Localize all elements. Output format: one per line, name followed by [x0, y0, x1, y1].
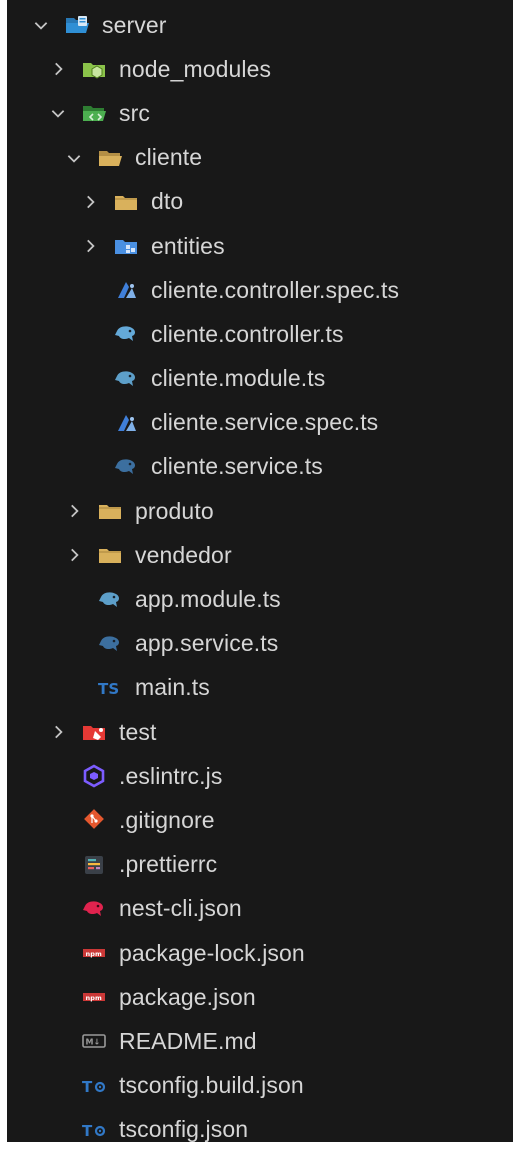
- nest-controller-icon: [111, 321, 141, 347]
- typescript-icon: TS: [95, 675, 125, 701]
- tsconfig-icon: T: [79, 1073, 109, 1099]
- tree-file-item[interactable]: .eslintrc.js: [7, 754, 513, 798]
- nest-service-icon: [111, 454, 141, 480]
- tree-item-label: cliente.module.ts: [151, 365, 326, 392]
- npm-icon: npm: [79, 940, 109, 966]
- tree-file-item[interactable]: M↓ README.md: [7, 1019, 513, 1063]
- tree-item-label: vendedor: [135, 541, 232, 568]
- tree-item-label: main.ts: [135, 674, 210, 701]
- tree-item-label: .gitignore: [119, 806, 215, 833]
- tree-item-label: cliente.controller.ts: [151, 320, 344, 347]
- tree-file-item[interactable]: npm package-lock.json: [7, 931, 513, 975]
- svg-text:TS: TS: [98, 680, 119, 698]
- folder-icon: [111, 189, 141, 215]
- chevron-down-icon[interactable]: [47, 102, 69, 124]
- nest-service-icon: [95, 631, 125, 657]
- tree-folder-item[interactable]: server: [7, 3, 513, 47]
- tree-file-item[interactable]: nest-cli.json: [7, 887, 513, 931]
- eslint-icon: [79, 763, 109, 789]
- tree-item-label: cliente: [135, 144, 203, 171]
- tree-item-label: nest-cli.json: [119, 895, 242, 922]
- tree-item-label: .prettierrc: [119, 851, 218, 878]
- folder-entities-icon: [111, 233, 141, 259]
- tree-folder-item[interactable]: node_modules: [7, 47, 513, 91]
- tree-item-label: app.service.ts: [135, 630, 279, 657]
- nest-spec-icon: [111, 410, 141, 436]
- tree-file-item[interactable]: app.service.ts: [7, 622, 513, 666]
- svg-text:npm: npm: [86, 994, 102, 1002]
- tree-item-label: test: [119, 718, 157, 745]
- tree-folder-item[interactable]: entities: [7, 224, 513, 268]
- tsconfig-icon: T: [79, 1117, 109, 1143]
- chevron-right-icon[interactable]: [79, 235, 101, 257]
- folder-test-icon: [79, 719, 109, 745]
- tree-folder-item[interactable]: src: [7, 91, 513, 135]
- tree-item-label: server: [102, 11, 167, 38]
- tree-file-item[interactable]: cliente.module.ts: [7, 357, 513, 401]
- folder-icon: [95, 542, 125, 568]
- svg-text:M↓: M↓: [86, 1038, 101, 1047]
- tree-item-label: entities: [151, 232, 225, 259]
- folder-node-icon: [79, 56, 109, 82]
- tree-folder-item[interactable]: dto: [7, 180, 513, 224]
- tree-item-label: produto: [135, 497, 214, 524]
- chevron-down-icon[interactable]: [30, 14, 52, 36]
- chevron-right-icon[interactable]: [47, 721, 69, 743]
- markdown-icon: M↓: [79, 1028, 109, 1054]
- tree-item-label: .eslintrc.js: [119, 762, 223, 789]
- tree-item-label: dto: [151, 188, 184, 215]
- tree-file-item[interactable]: npm package.json: [7, 975, 513, 1019]
- tree-file-item[interactable]: cliente.service.ts: [7, 445, 513, 489]
- folder-server-open-icon: [62, 12, 92, 38]
- svg-text:npm: npm: [86, 950, 102, 958]
- file-explorer-panel: server node_modulessrc cliente dto entities c…: [7, 0, 513, 1142]
- tree-file-item[interactable]: app.module.ts: [7, 577, 513, 621]
- tree-folder-item[interactable]: produto: [7, 489, 513, 533]
- nest-module-icon: [111, 366, 141, 392]
- tree-file-item[interactable]: .prettierrc: [7, 843, 513, 887]
- tree-folder-item[interactable]: vendedor: [7, 533, 513, 577]
- tree-folder-item[interactable]: cliente: [7, 136, 513, 180]
- file-tree: server node_modulessrc cliente dto entities c…: [7, 3, 513, 1152]
- tree-item-label: tsconfig.build.json: [119, 1072, 304, 1099]
- tree-item-label: package-lock.json: [119, 939, 305, 966]
- tree-file-item[interactable]: cliente.controller.spec.ts: [7, 268, 513, 312]
- chevron-right-icon[interactable]: [63, 544, 85, 566]
- tree-file-item[interactable]: cliente.controller.ts: [7, 312, 513, 356]
- tree-item-label: cliente.service.ts: [151, 453, 323, 480]
- tree-folder-item[interactable]: test: [7, 710, 513, 754]
- folder-icon: [95, 498, 125, 524]
- tree-file-item[interactable]: cliente.service.spec.ts: [7, 401, 513, 445]
- tree-item-label: cliente.service.spec.ts: [151, 409, 379, 436]
- npm-icon: npm: [79, 984, 109, 1010]
- git-icon: [79, 807, 109, 833]
- tree-file-item[interactable]: .gitignore: [7, 798, 513, 842]
- tree-item-label: tsconfig.json: [119, 1116, 249, 1143]
- svg-text:T: T: [82, 1078, 93, 1096]
- tree-item-label: node_modules: [119, 55, 272, 82]
- tree-item-label: package.json: [119, 983, 256, 1010]
- chevron-down-icon[interactable]: [63, 147, 85, 169]
- tree-item-label: app.module.ts: [135, 586, 281, 613]
- folder-open-icon: [95, 145, 125, 171]
- nest-module-icon: [95, 587, 125, 613]
- chevron-right-icon[interactable]: [63, 500, 85, 522]
- prettier-icon: [79, 852, 109, 878]
- tree-item-label: cliente.controller.spec.ts: [151, 276, 400, 303]
- tree-file-item[interactable]: Ttsconfig.json: [7, 1108, 513, 1152]
- tree-item-label: src: [119, 99, 150, 126]
- tree-item-label: README.md: [119, 1027, 257, 1054]
- folder-src-open-icon: [79, 100, 109, 126]
- svg-text:T: T: [82, 1122, 93, 1140]
- tree-file-item[interactable]: TS main.ts: [7, 666, 513, 710]
- chevron-right-icon[interactable]: [79, 191, 101, 213]
- nest-spec-icon: [111, 277, 141, 303]
- tree-file-item[interactable]: Ttsconfig.build.json: [7, 1064, 513, 1108]
- nest-icon: [79, 896, 109, 922]
- chevron-right-icon[interactable]: [47, 58, 69, 80]
